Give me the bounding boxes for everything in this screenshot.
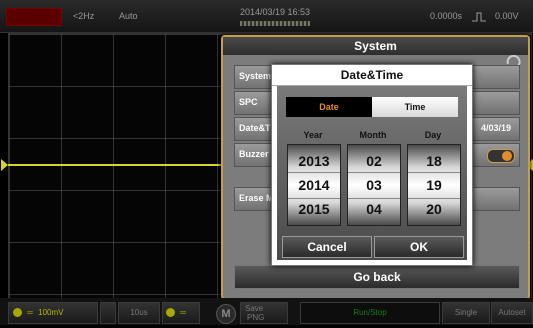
- save-format: PNG: [247, 313, 265, 322]
- datetime-dialog: Date&Time Date Time Year Month Day 2013 …: [271, 64, 473, 266]
- month-picker[interactable]: 02 03 04: [347, 144, 401, 226]
- trigger-level-readout: 0.00V: [495, 11, 519, 21]
- dialog-body: Date Time Year Month Day 2013 2014 2015 …: [277, 86, 467, 260]
- channel-marker-icon[interactable]: [1, 159, 8, 171]
- timebase-readout: 0.0000s: [430, 11, 463, 21]
- go-back-button[interactable]: Go back: [234, 265, 520, 289]
- status-bar: <2Hz Auto 2014/03/19 16:53 0.0000s 0.00V: [0, 0, 533, 33]
- date-value: 4/03/19: [481, 123, 512, 133]
- timebase-scale: 10us: [130, 308, 148, 317]
- autoset-label: Autoset: [498, 308, 526, 317]
- year-prev[interactable]: 2013: [288, 153, 340, 169]
- channel-dot-icon: [13, 308, 22, 318]
- menu-item-label: System: [239, 71, 272, 81]
- frequency-readout: <2Hz: [73, 11, 95, 21]
- menu-item-label: Erase M: [239, 193, 274, 203]
- day-column-label: Day: [424, 130, 442, 140]
- run-stop-label: Run/Stop: [353, 308, 387, 317]
- menu-item-label: Buzzer: [239, 149, 269, 159]
- year-current[interactable]: 2014: [288, 177, 340, 193]
- channel1-scale-button[interactable]: ═ 100mV: [8, 302, 98, 324]
- save-button[interactable]: Save PNG: [240, 302, 288, 324]
- channel1-scale: 100mV: [38, 308, 64, 317]
- day-current[interactable]: 19: [408, 177, 460, 193]
- dialog-title: Date&Time: [272, 65, 472, 86]
- tab-time[interactable]: Time: [372, 97, 458, 117]
- timebase-button[interactable]: 10us: [118, 302, 160, 324]
- ok-button[interactable]: OK: [374, 236, 464, 258]
- menu-item-label: Date&T: [239, 123, 271, 133]
- trigger-dot-icon: [166, 308, 175, 318]
- system-panel-title: System: [223, 37, 528, 55]
- tab-date[interactable]: Date: [286, 97, 372, 117]
- menu-m-label: M: [221, 308, 231, 320]
- trigger-mode: Auto: [119, 11, 138, 21]
- rising-edge-icon: [472, 12, 486, 22]
- channel-line-icon: ═: [27, 308, 33, 317]
- menu-item-label: SPC: [239, 97, 258, 107]
- year-column-label: Year: [303, 130, 323, 140]
- day-picker[interactable]: 18 19 20: [407, 144, 461, 226]
- channel-trace: [8, 164, 223, 166]
- month-prev[interactable]: 02: [348, 153, 400, 169]
- toggle-knob: [502, 151, 512, 161]
- day-next[interactable]: 20: [408, 201, 460, 217]
- autoset-button[interactable]: Autoset: [491, 302, 533, 324]
- single-button[interactable]: Single: [442, 302, 490, 324]
- buzzer-toggle[interactable]: [487, 149, 515, 163]
- timeline-bar: [240, 21, 310, 26]
- cancel-button[interactable]: Cancel: [282, 236, 372, 258]
- year-next[interactable]: 2015: [288, 201, 340, 217]
- run-stop-button[interactable]: Run/Stop: [300, 302, 440, 324]
- single-label: Single: [454, 308, 478, 317]
- month-column-label: Month: [359, 130, 387, 140]
- trigger-line-icon: ═: [180, 308, 186, 317]
- month-current[interactable]: 03: [348, 177, 400, 193]
- bottom-toolbar: ═ 100mV 10us ═ M Save PNG Run/Stop Singl…: [0, 298, 533, 325]
- spacer-button[interactable]: [100, 302, 116, 324]
- datetime-readout: 2014/03/19 16:53: [240, 7, 311, 17]
- month-next[interactable]: 04: [348, 201, 400, 217]
- menu-m-button[interactable]: M: [216, 304, 236, 324]
- channel-indicator: [6, 8, 62, 26]
- year-picker[interactable]: 2013 2014 2015: [287, 144, 341, 226]
- day-prev[interactable]: 18: [408, 153, 460, 169]
- trigger-button[interactable]: ═: [162, 302, 200, 324]
